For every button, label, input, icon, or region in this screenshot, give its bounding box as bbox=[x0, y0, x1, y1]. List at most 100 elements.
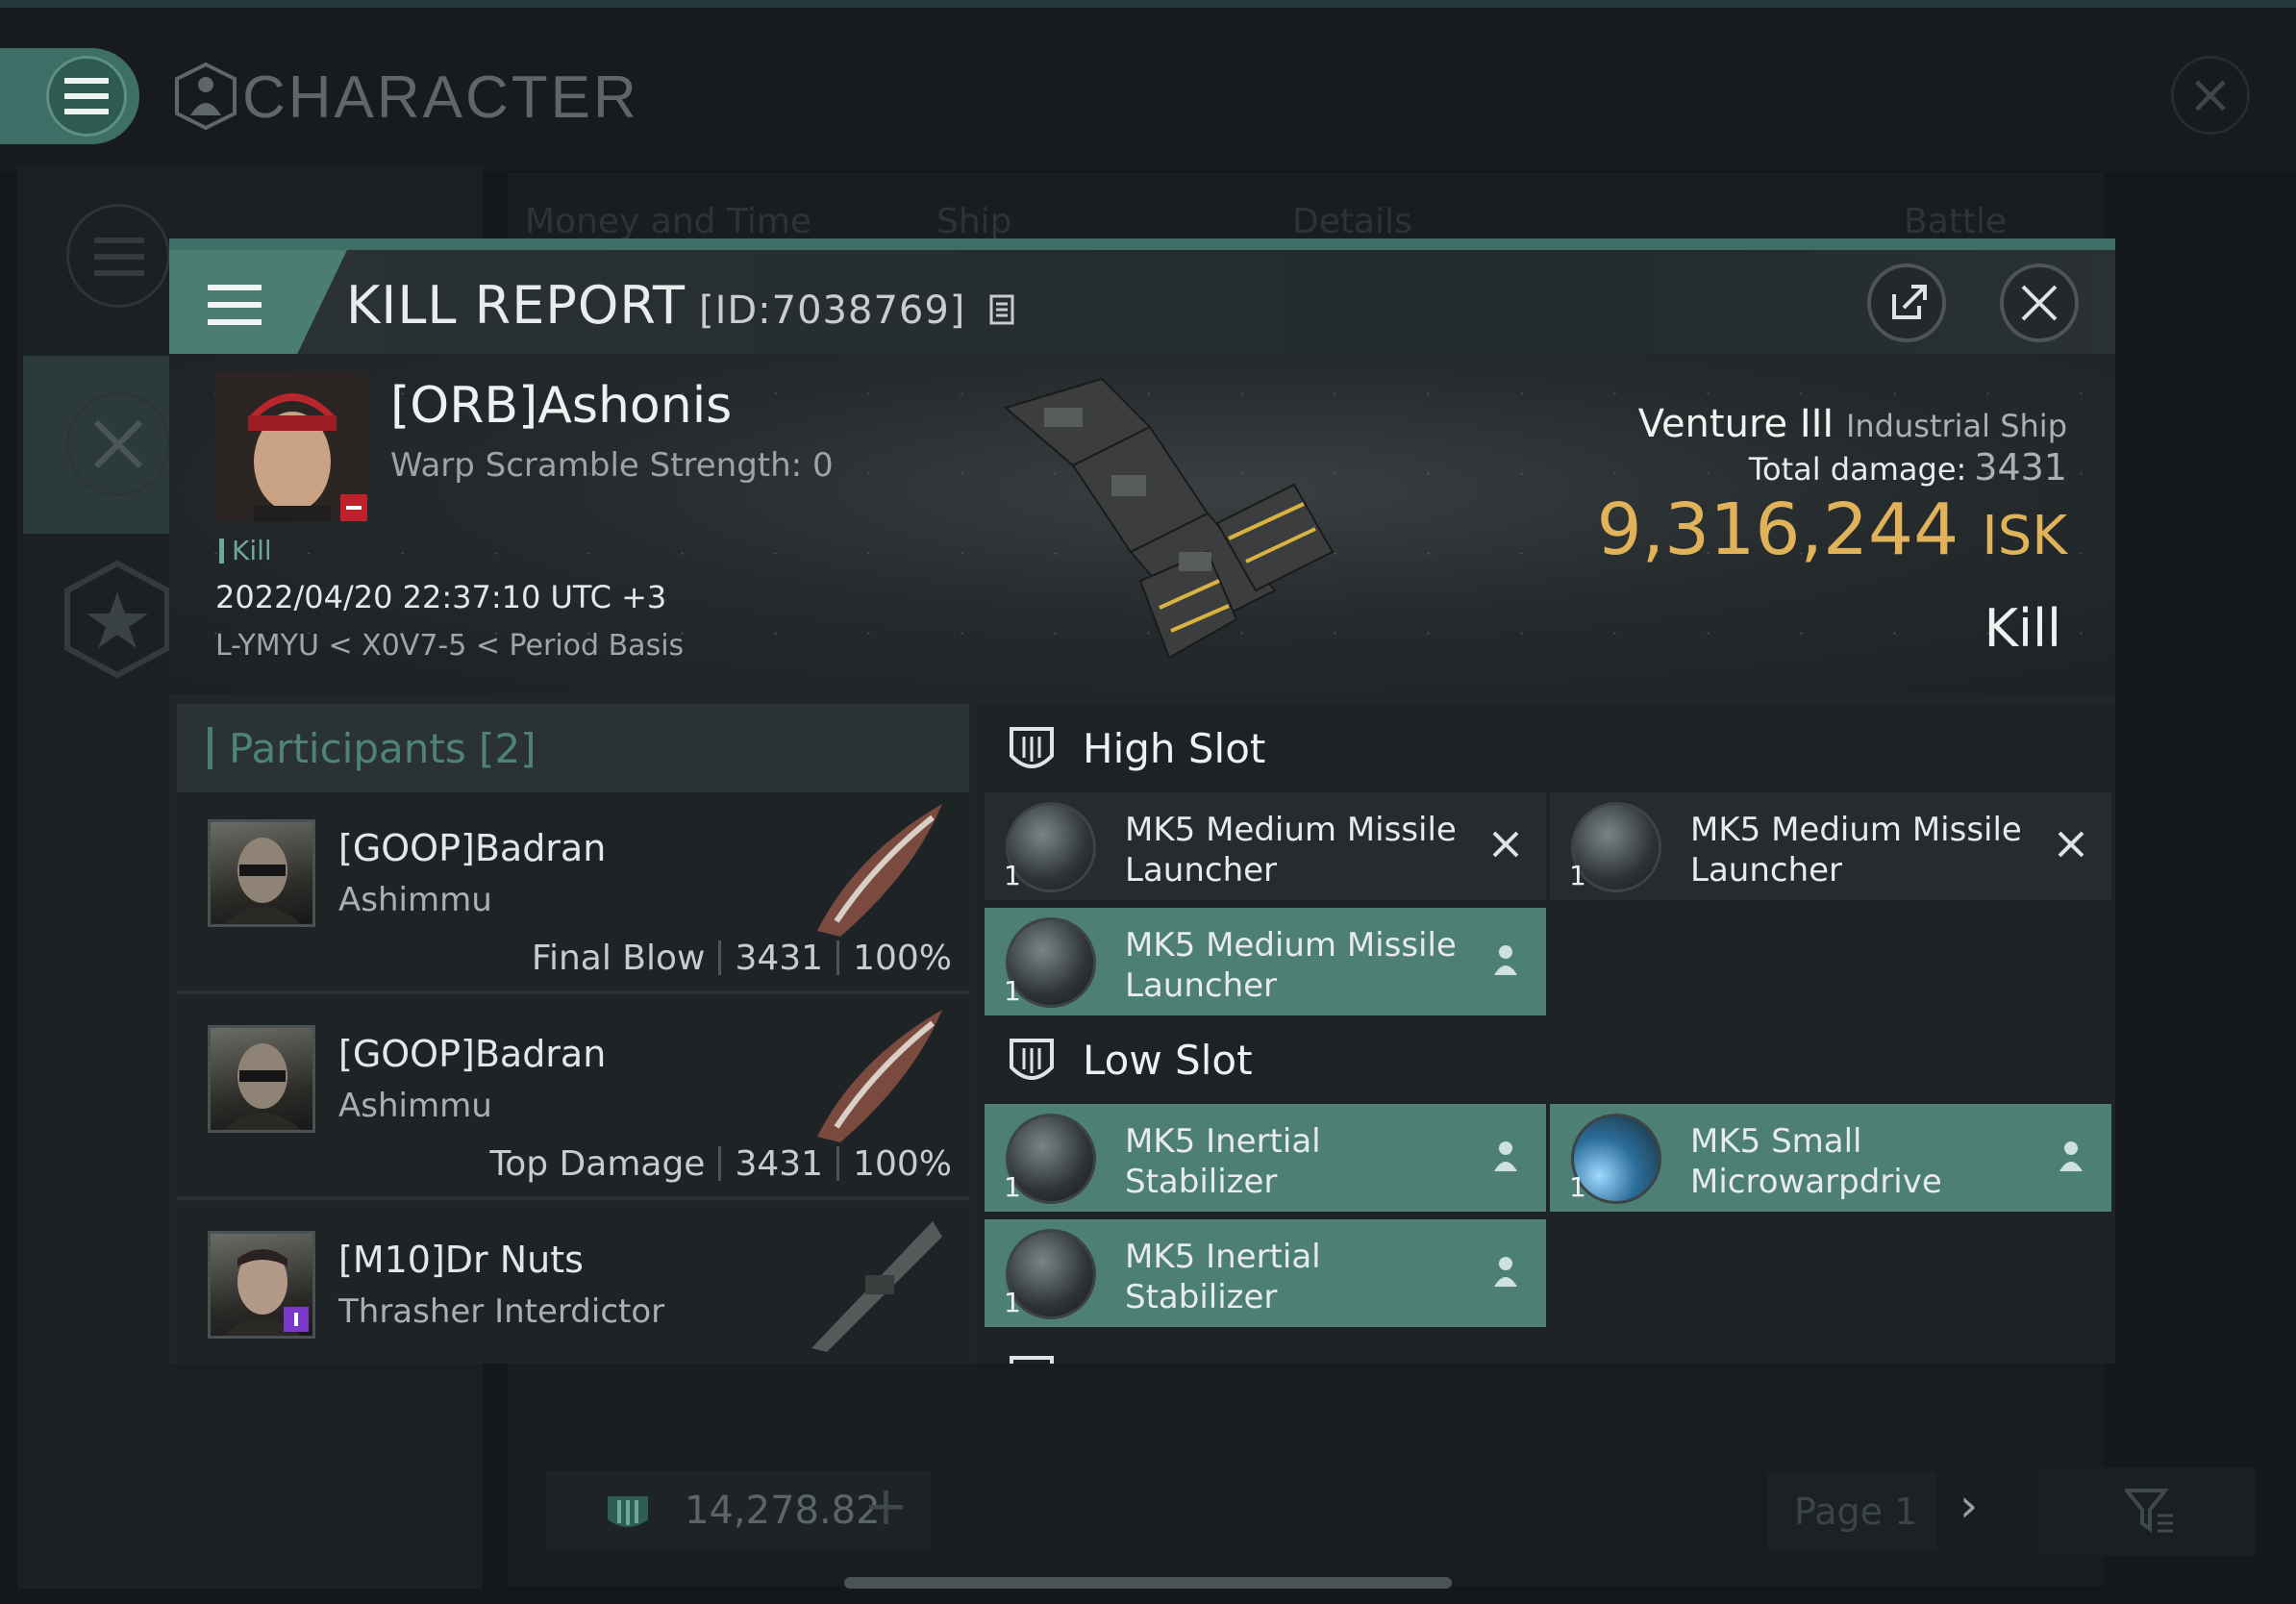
horizontal-scrollbar[interactable] bbox=[844, 1577, 1452, 1589]
item-quantity: 1 bbox=[1004, 1287, 1021, 1318]
close-kill-report-button[interactable] bbox=[2000, 263, 2079, 342]
next-page-button[interactable]: › bbox=[1959, 1479, 1978, 1533]
item-quantity: 1 bbox=[1569, 860, 1586, 891]
ship-class: Industrial Ship bbox=[1845, 408, 2067, 444]
participant-name: [M10]Dr Nuts bbox=[338, 1239, 584, 1281]
high-slot-item[interactable]: 1 MK5 Medium Missile Launcher bbox=[985, 792, 1546, 900]
star-icon bbox=[64, 560, 170, 679]
kill-datetime: 2022/04/20 22:37:10 UTC +3 bbox=[215, 579, 667, 615]
participants-header-bar bbox=[208, 727, 212, 769]
tab-details[interactable]: Details bbox=[1292, 202, 1412, 241]
app-header: CHARACTER × bbox=[0, 8, 2296, 171]
participant-portrait bbox=[208, 1025, 315, 1133]
person-icon bbox=[1494, 1141, 1517, 1171]
ship-name[interactable]: Venture III bbox=[1638, 402, 1834, 446]
item-name: MK5 Inertial Stabilizer bbox=[1125, 1122, 1321, 1201]
low-slot-item[interactable]: 1 MK5 Inertial Stabilizer bbox=[985, 1104, 1546, 1212]
participant-damage: 3431 bbox=[735, 939, 824, 978]
share-icon bbox=[1892, 285, 1927, 319]
high-slot-item[interactable]: 1 MK5 Medium Missile Launcher bbox=[985, 908, 1546, 1015]
kill-result-label: Kill bbox=[1984, 598, 2061, 659]
hamburger-icon bbox=[64, 78, 109, 114]
participant-ship-render bbox=[811, 1221, 942, 1352]
participant-role: Top Damage bbox=[489, 1144, 706, 1184]
participant-row[interactable]: [GOOP]Badran Ashimmu Top Damage 3431 100% bbox=[177, 998, 969, 1200]
kill-status-tag: Kill bbox=[219, 535, 272, 566]
nav-star-tile[interactable] bbox=[23, 550, 187, 728]
balance-value: 14,278.82 bbox=[685, 1489, 881, 1533]
high-slot-item[interactable]: 1 MK5 Medium Missile Launcher bbox=[1550, 792, 2111, 900]
participant-ship-render bbox=[817, 804, 942, 937]
item-name: MK5 Inertial Stabilizer bbox=[1125, 1238, 1321, 1316]
crossed-swords-icon bbox=[66, 392, 170, 496]
low-slot-item[interactable]: 1 MK5 Inertial Stabilizer bbox=[985, 1219, 1546, 1327]
item-quantity: 1 bbox=[1004, 975, 1021, 1007]
ship-name-line: Venture III Industrial Ship bbox=[1638, 402, 2067, 446]
participant-stats: Top Damage 3431 100% bbox=[489, 1144, 952, 1184]
person-icon bbox=[1494, 945, 1517, 975]
item-quantity: 1 bbox=[1004, 1171, 1021, 1203]
fitting-panel: High Slot 1 MK5 Medium Missile Launcher … bbox=[977, 704, 2115, 1364]
page-label: Page 1 bbox=[1794, 1491, 1918, 1533]
nav-list-tile[interactable] bbox=[23, 165, 187, 343]
background-footer: 14,278.82 + Page 1 › bbox=[508, 1452, 2256, 1577]
item-quantity: 1 bbox=[1004, 860, 1021, 891]
shield-slot-icon bbox=[1010, 727, 1054, 768]
mid-slot-header-partial bbox=[977, 1333, 2115, 1364]
app-close-button[interactable]: × bbox=[2171, 56, 2250, 135]
item-quantity: 1 bbox=[1569, 1171, 1586, 1203]
total-damage: Total damage: 3431 bbox=[1749, 446, 2067, 489]
tab-ship[interactable]: Ship bbox=[936, 202, 1012, 241]
low-slot-item[interactable]: 1 MK5 Small Microwarpdrive bbox=[1550, 1104, 2111, 1212]
main-menu-button[interactable] bbox=[0, 48, 139, 144]
kill-report-title: KILL REPORT [ID:7038769] bbox=[346, 275, 1014, 336]
isk-value: 9,316,244 ISK bbox=[1597, 489, 2067, 571]
kill-location[interactable]: L-YMYU < X0V7-5 < Period Basis bbox=[215, 629, 684, 663]
participant-damage: 3431 bbox=[735, 1144, 824, 1184]
participant-row[interactable]: [M10]Dr Nuts Thrasher Interdictor bbox=[177, 1204, 969, 1364]
participants-title: Participants [2] bbox=[229, 725, 537, 772]
close-icon bbox=[2021, 285, 2058, 321]
participant-ship: Thrasher Interdictor bbox=[338, 1292, 665, 1331]
app-title: CHARACTER bbox=[242, 64, 639, 131]
participant-portrait bbox=[208, 1231, 315, 1339]
isk-unit: ISK bbox=[1982, 505, 2067, 567]
page-indicator: Page 1 bbox=[1767, 1471, 1936, 1550]
filter-icon bbox=[2125, 1489, 2173, 1533]
participant-ship-render bbox=[817, 1010, 942, 1142]
balance-box: 14,278.82 + bbox=[546, 1471, 931, 1550]
participant-stats: Final Blow 3431 100% bbox=[532, 939, 952, 978]
filter-button[interactable] bbox=[2040, 1467, 2256, 1556]
participant-row[interactable]: [GOOP]Badran Ashimmu Final Blow 3431 100% bbox=[177, 792, 969, 994]
victim-portrait[interactable] bbox=[215, 371, 367, 521]
participant-name: [GOOP]Badran bbox=[338, 827, 607, 869]
victim-name[interactable]: [ORB]Ashonis bbox=[390, 377, 732, 435]
warp-scramble-strength: Warp Scramble Strength: 0 bbox=[390, 446, 834, 485]
hamburger-icon bbox=[208, 285, 262, 325]
item-name: MK5 Small Microwarpdrive bbox=[1690, 1122, 1942, 1201]
isk-amount: 9,316,244 bbox=[1596, 489, 1959, 571]
participant-percent: 100% bbox=[853, 939, 952, 978]
destroyed-x-icon bbox=[2058, 831, 2084, 858]
close-icon: × bbox=[2187, 63, 2234, 126]
item-name: MK5 Medium Missile Launcher bbox=[1125, 926, 1457, 1005]
kill-report-modal: KILL REPORT [ID:7038769] [ORB]Ashonis War… bbox=[169, 238, 2115, 1364]
list-icon bbox=[66, 204, 170, 308]
tab-money-and-time[interactable]: Money and Time bbox=[525, 202, 811, 241]
top-accent-line bbox=[0, 0, 2296, 8]
participant-percent: 100% bbox=[853, 1144, 952, 1184]
add-balance-button[interactable]: + bbox=[863, 1475, 909, 1538]
total-damage-label: Total damage: bbox=[1748, 451, 1967, 488]
participants-header: Participants [2] bbox=[177, 704, 969, 792]
item-name: MK5 Medium Missile Launcher bbox=[1125, 811, 1457, 890]
character-icon bbox=[175, 62, 237, 131]
share-button[interactable] bbox=[1867, 263, 1946, 342]
participants-panel: Participants [2] [GOOP]Badran Ashimmu Fi… bbox=[177, 704, 969, 1364]
nav-battle-tile[interactable] bbox=[23, 356, 187, 534]
shield-slot-icon bbox=[1010, 1039, 1054, 1080]
victim-ship-render bbox=[1003, 377, 1335, 660]
low-slot-label: Low Slot bbox=[1083, 1037, 1253, 1084]
shield-slot-icon bbox=[1010, 1356, 1054, 1364]
copy-icon[interactable] bbox=[989, 294, 1014, 325]
person-icon bbox=[1494, 1257, 1517, 1287]
